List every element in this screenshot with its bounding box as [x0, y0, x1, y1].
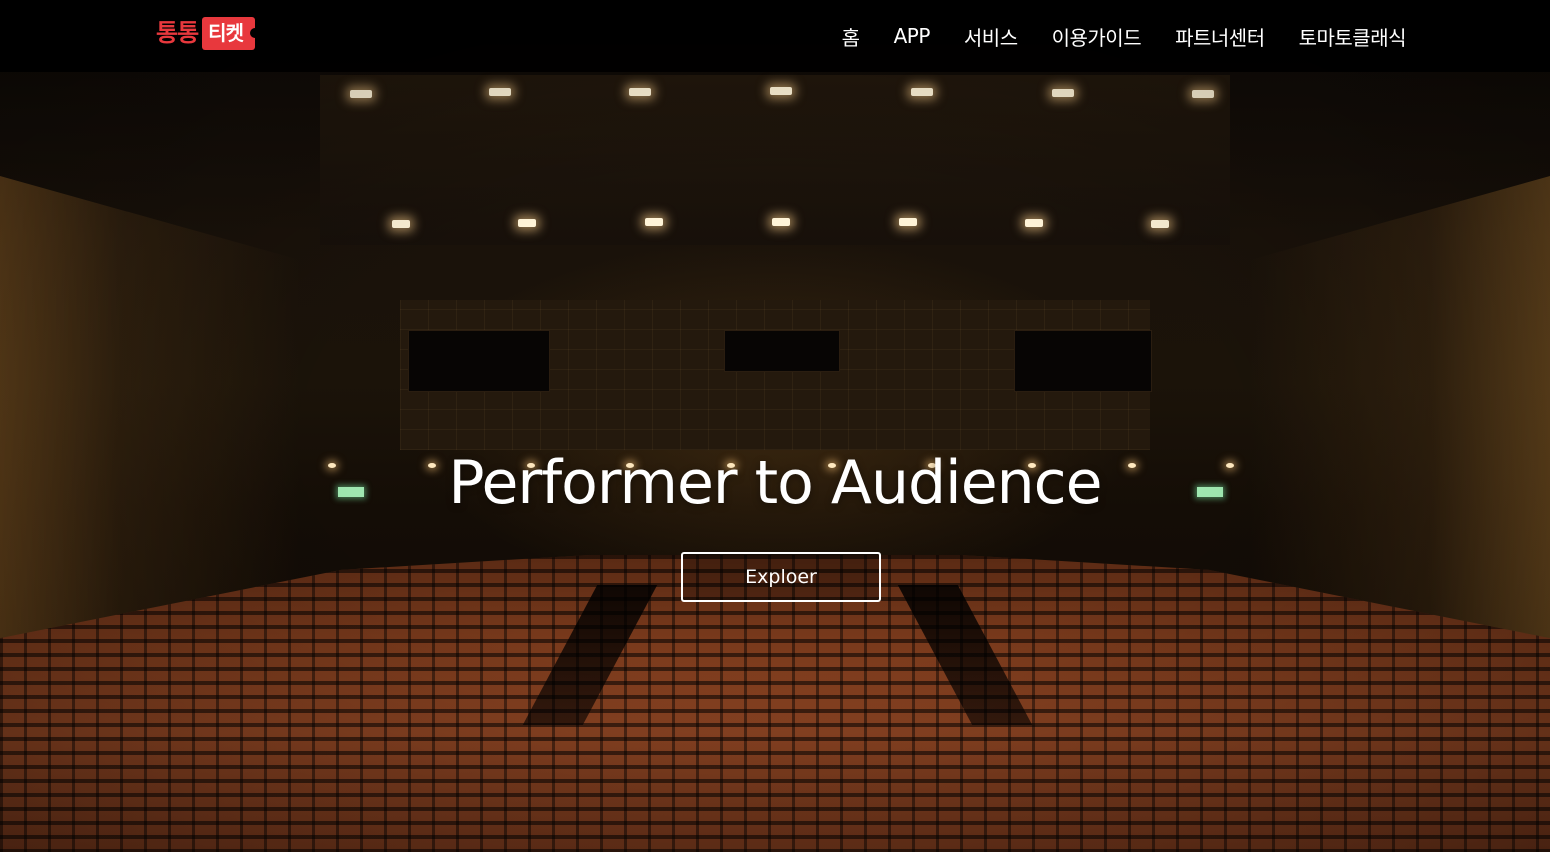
nav-item-tomato-classic: 토마토클래식: [1299, 22, 1407, 51]
nav-link-partner-center[interactable]: 파트너센터: [1175, 26, 1265, 50]
hero-title: Performer to Audience: [448, 448, 1102, 518]
explore-button[interactable]: Exploer: [681, 552, 881, 602]
page: 통통 티켓 홈 APP 서비스 이용가이드 파트너센터 토마토클래식 Perfo…: [0, 0, 1550, 852]
nav-menu: 홈 APP 서비스 이용가이드 파트너센터 토마토클래식: [842, 0, 1407, 72]
nav-item-home: 홈: [842, 22, 860, 51]
nav-item-partner-center: 파트너센터: [1175, 22, 1265, 51]
hero-background-image: [0, 0, 1550, 852]
hero-overlay: [0, 0, 1550, 852]
logo[interactable]: 통통 티켓: [156, 17, 260, 50]
nav-link-service[interactable]: 서비스: [964, 26, 1018, 50]
nav-link-tomato-classic[interactable]: 토마토클래식: [1299, 26, 1407, 50]
nav-item-guide: 이용가이드: [1052, 22, 1142, 51]
logo-text: 통통: [156, 19, 199, 47]
nav-link-home[interactable]: 홈: [842, 26, 860, 50]
nav-item-app: APP: [894, 24, 931, 48]
nav-link-app[interactable]: APP: [894, 24, 931, 48]
nav-link-guide[interactable]: 이용가이드: [1052, 26, 1142, 50]
navbar: 통통 티켓 홈 APP 서비스 이용가이드 파트너센터 토마토클래식: [0, 0, 1550, 72]
nav-item-service: 서비스: [964, 22, 1018, 51]
logo-ticket-badge: 티켓: [202, 17, 260, 50]
